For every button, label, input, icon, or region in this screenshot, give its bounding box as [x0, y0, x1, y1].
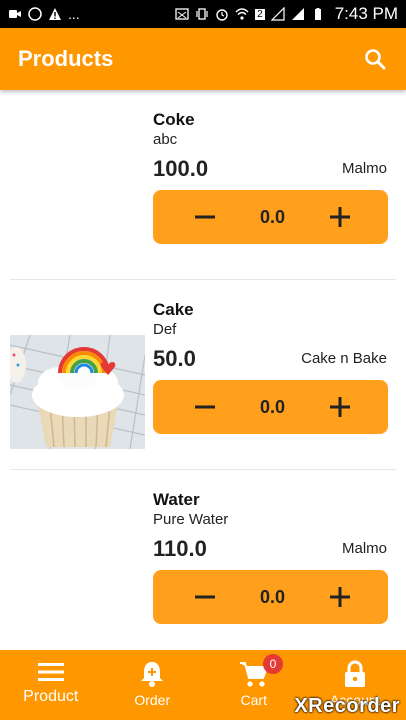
plus-icon — [330, 397, 350, 417]
minus-icon — [195, 215, 215, 219]
bell-icon — [141, 662, 164, 687]
nav-label: Product — [23, 688, 79, 705]
status-more-text: ... — [68, 6, 80, 22]
product-list[interactable]: Coke abc 100.0 Malmo 0.0 Cake Def 50.0 C… — [0, 90, 406, 650]
status-bar: ... 2 7:43 PM — [0, 0, 406, 28]
product-price: 100.0 — [153, 156, 209, 181]
quantity-stepper: 0.0 — [153, 570, 388, 624]
decrease-button[interactable] — [193, 395, 217, 419]
quantity-value: 0.0 — [259, 396, 286, 417]
wifi-icon — [235, 8, 249, 20]
watermark: XRecorder — [294, 695, 400, 717]
product-store: Malmo — [341, 160, 387, 177]
product-name: Cake — [153, 300, 194, 319]
sim-badge: 2 — [255, 8, 265, 20]
product-card[interactable]: Coke abc 100.0 Malmo 0.0 — [0, 90, 406, 280]
lock-icon — [345, 660, 366, 687]
battery-icon — [314, 8, 321, 20]
video-camera-icon — [9, 10, 21, 18]
status-time: 7:43 PM — [334, 4, 398, 23]
cart-badge: 0 — [263, 654, 283, 674]
status-right-icons: 2 7:43 PM — [175, 4, 398, 24]
plus-icon — [330, 587, 350, 607]
minus-icon — [195, 595, 215, 599]
signal-icon — [270, 7, 285, 21]
signal-strong-icon — [291, 8, 304, 20]
compass-icon — [28, 7, 42, 21]
product-card[interactable]: Water Pure Water 110.0 Malmo 0.0 — [0, 470, 406, 650]
app-bar: Products — [0, 28, 406, 90]
product-description: abc — [153, 131, 178, 148]
product-name: Coke — [153, 110, 195, 129]
plus-icon — [330, 207, 350, 227]
product-store: Cake n Bake — [301, 350, 387, 367]
product-price: 50.0 — [153, 346, 196, 371]
increase-button[interactable] — [328, 205, 352, 229]
page-title: Products — [18, 46, 114, 71]
nav-label: Order — [134, 692, 171, 708]
quantity-value: 0.0 — [259, 586, 286, 607]
product-store: Malmo — [341, 540, 387, 557]
status-left-icons: ... — [8, 6, 80, 22]
vibrate-icon — [196, 8, 208, 20]
decrease-button[interactable] — [193, 205, 217, 229]
warning-icon — [49, 8, 61, 20]
product-description: Def — [153, 321, 177, 338]
menu-icon — [37, 663, 64, 681]
nav-item-product[interactable]: Product — [0, 650, 102, 720]
alarm-icon — [216, 9, 228, 21]
cupcake-image — [10, 335, 145, 449]
search-icon — [365, 49, 386, 70]
product-card[interactable]: Cake Def 50.0 Cake n Bake 0.0 — [0, 280, 406, 470]
quantity-stepper: 0.0 — [153, 380, 388, 434]
product-price: 110.0 — [153, 536, 207, 561]
cast-icon — [175, 8, 189, 20]
nav-label: Cart — [240, 692, 267, 708]
decrease-button[interactable] — [193, 585, 217, 609]
quantity-stepper: 0.0 — [153, 190, 388, 244]
product-name: Water — [153, 490, 200, 509]
product-description: Pure Water — [153, 511, 229, 528]
nav-item-order[interactable]: Order — [102, 650, 204, 720]
minus-icon — [195, 405, 215, 409]
quantity-value: 0.0 — [259, 206, 286, 227]
search-button[interactable] — [360, 44, 390, 74]
increase-button[interactable] — [328, 395, 352, 419]
product-image — [10, 335, 145, 449]
increase-button[interactable] — [328, 585, 352, 609]
nav-item-cart[interactable]: 0 Cart — [203, 650, 305, 720]
